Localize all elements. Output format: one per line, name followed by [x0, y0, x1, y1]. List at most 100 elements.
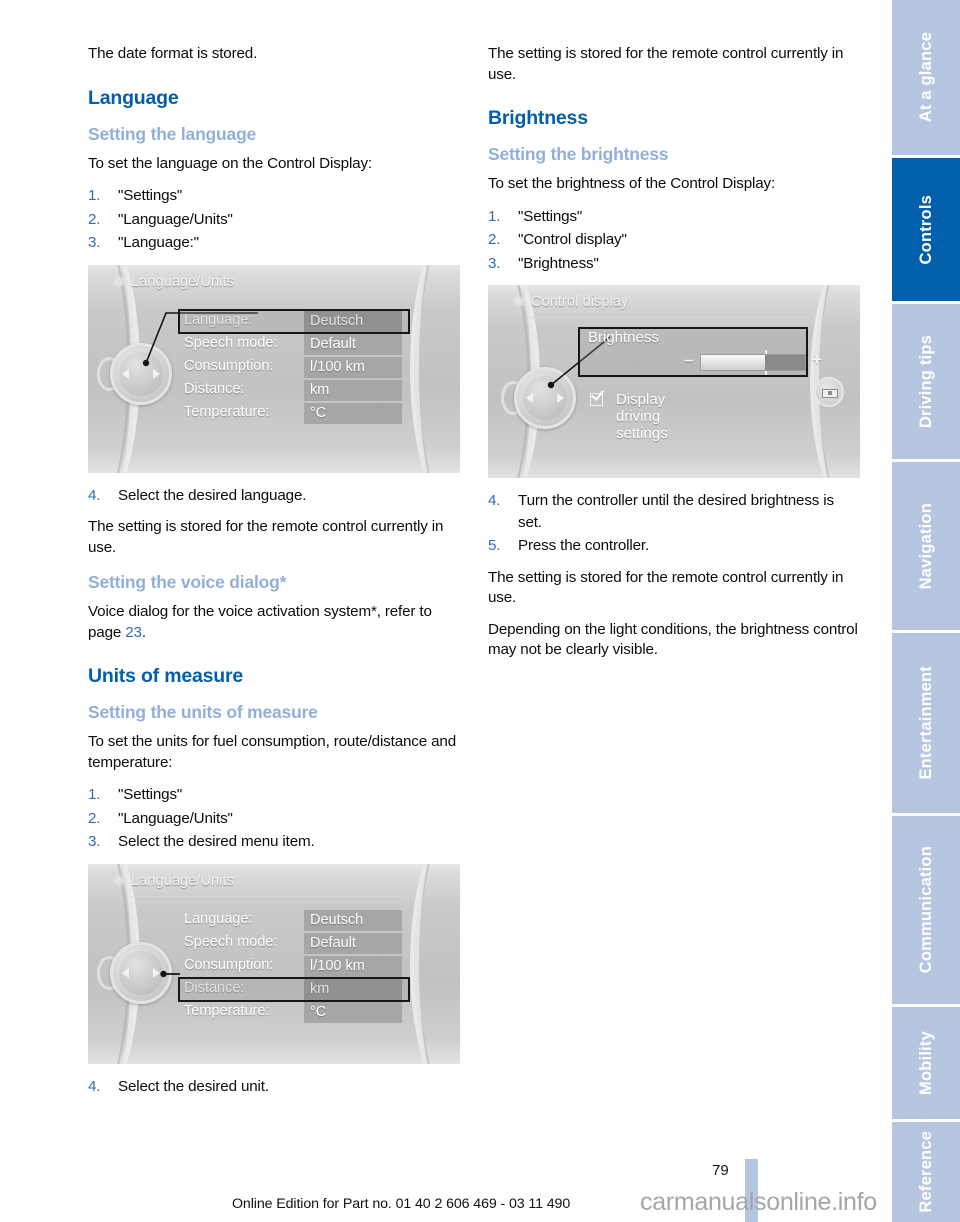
menu-row-speech-mode[interactable]: Speech mode: Default	[176, 333, 412, 357]
list-item: 4. Turn the controller until the desired…	[488, 490, 860, 533]
sidebar-tab-mobility[interactable]: Mobility	[892, 1007, 960, 1119]
menu-row-language[interactable]: Language: Deutsch	[176, 909, 412, 933]
menu-row-label: Language:	[184, 311, 253, 328]
step-text: Select the desired unit.	[118, 1077, 269, 1095]
gear-icon	[513, 295, 526, 308]
chrome-rail	[416, 863, 460, 1064]
idrive-controller-knob[interactable]	[97, 941, 172, 1004]
section-heading-setting-the-voice-dialog: Setting the voice dialog*	[88, 572, 287, 592]
voice-text-post: .	[141, 623, 146, 641]
language-step4-list: 4. Select the desired language.	[88, 485, 460, 507]
menu-row-consumption[interactable]: Consumption: l/100 km	[176, 955, 412, 979]
list-item: 2. "Language/Units"	[88, 209, 460, 231]
menu-row-label: Language:	[184, 910, 253, 927]
figure-language-units-distance-selected: Language/Units Language: Deutsch Speech …	[88, 863, 460, 1064]
stored-paragraph-top: The setting is stored for the remote con…	[488, 45, 844, 83]
list-item: 1. "Settings"	[88, 784, 460, 806]
step-text: "Settings"	[118, 786, 183, 803]
sidebar-tab-driving-tips[interactable]: Driving tips	[892, 304, 960, 459]
sidebar-tab-controls[interactable]: Controls	[892, 158, 960, 301]
section-heading-setting-the-units: Setting the units of measure	[88, 702, 318, 722]
menu-row-speech-mode[interactable]: Speech mode: Default	[176, 932, 412, 956]
figure-title: Language/Units	[131, 273, 234, 290]
title-divider	[130, 296, 406, 298]
list-item: 3. Select the desired menu item.	[88, 831, 460, 853]
sidebar-tab-label: Communication	[916, 846, 935, 974]
brightness-increase-icon[interactable]: +	[812, 350, 822, 370]
menu-row-label: Temperature:	[184, 403, 270, 420]
sidebar-tab-label: Mobility	[916, 1031, 935, 1095]
chrome-rail	[414, 264, 460, 473]
knob-arrow-left-icon	[122, 368, 129, 379]
left-column: The date format is stored. Language Sett…	[88, 44, 460, 1108]
idrive-controller-knob[interactable]	[501, 367, 576, 429]
list-item: 2. "Control display"	[488, 229, 860, 251]
menu-row-value: l/100 km	[304, 955, 402, 977]
knob-arrow-left-icon	[122, 967, 129, 978]
list-item: 1. "Settings"	[88, 185, 460, 207]
figure-title: Language/Units	[131, 872, 234, 889]
sidebar-tab-label: Controls	[916, 194, 935, 265]
menu-row-value: Deutsch	[304, 909, 402, 931]
sidebar-tab-label: Reference	[916, 1131, 935, 1213]
menu-row-distance[interactable]: Distance: km	[176, 978, 412, 1002]
idrive-controller-knob[interactable]	[97, 342, 172, 405]
menu-row-temperature[interactable]: Temperature: °C	[176, 402, 412, 426]
chapter-heading-units-of-measure: Units of measure	[88, 665, 244, 687]
voice-dialog-paragraph: Voice dialog for the voice activation sy…	[88, 602, 460, 643]
step-text: Turn the controller until the desired br…	[518, 492, 834, 531]
list-item: 1. "Settings"	[488, 206, 860, 228]
sidebar-tab-entertainment[interactable]: Entertainment	[892, 633, 960, 813]
title-divider	[130, 895, 406, 897]
intro-paragraph: The date format is stored.	[88, 45, 258, 62]
brightness-decrease-icon[interactable]: –	[684, 350, 693, 370]
figure-title: Control display	[531, 294, 629, 310]
sidebar-tab-label: Navigation	[916, 502, 935, 590]
sidebar-tab-navigation[interactable]: Navigation	[892, 462, 960, 630]
knob-arrow-right-icon	[153, 368, 160, 379]
chrome-rail	[410, 264, 460, 473]
brightness-control-panel[interactable]: Brightness – +	[578, 327, 822, 377]
brightness-stored-paragraph: The setting is stored for the remote con…	[488, 568, 844, 607]
brightness-note-paragraph: Depending on the light conditions, the b…	[488, 620, 858, 659]
footer-edition-note: Online Edition for Part no. 01 40 2 606 …	[232, 1196, 571, 1212]
display-icon	[822, 389, 838, 398]
sidebar-tab-communication[interactable]: Communication	[892, 816, 960, 1004]
step-number: 2.	[488, 231, 501, 248]
display-icon-button[interactable]	[814, 377, 844, 407]
figure-language-units-language-selected: Language/Units Language: Deutsch Speech …	[88, 264, 460, 473]
sidebar-tab-label: Entertainment	[916, 666, 935, 780]
menu-row-distance[interactable]: Distance: km	[176, 379, 412, 403]
step-number: 1.	[488, 207, 501, 225]
step-number: 2.	[88, 210, 101, 228]
step-text: Press the controller.	[518, 537, 650, 554]
menu-row-value: °C	[304, 1001, 402, 1023]
list-item: 5. Press the controller.	[488, 535, 860, 557]
menu-row-value: Default	[304, 932, 402, 954]
section-heading-setting-the-language: Setting the language	[88, 123, 257, 144]
step-number: 5.	[488, 537, 501, 554]
step-number: 3.	[488, 254, 501, 272]
menu-row-label: Consumption:	[184, 357, 274, 374]
menu-row-label: Temperature:	[184, 1002, 270, 1019]
page-cross-reference[interactable]: 23	[125, 624, 142, 641]
step-number: 1.	[88, 786, 101, 803]
section-heading-setting-the-brightness: Setting the brightness	[488, 144, 669, 164]
menu-row-label: Distance:	[184, 979, 245, 996]
list-item: 3. "Language:"	[88, 232, 460, 254]
sidebar-tab-at-a-glance[interactable]: At a glance	[892, 0, 960, 155]
brightness-slider[interactable]	[700, 350, 806, 375]
sidebar-tab-reference[interactable]: Reference	[892, 1122, 960, 1222]
manual-page: The date format is stored. Language Sett…	[0, 0, 960, 1222]
chapter-tab-sidebar: At a glance Controls Driving tips Naviga…	[892, 0, 960, 1222]
right-column: The setting is stored for the remote con…	[488, 44, 860, 672]
menu-row-label: Distance:	[184, 380, 245, 397]
menu-row-consumption[interactable]: Consumption: l/100 km	[176, 356, 412, 380]
knob-arrow-right-icon	[557, 393, 564, 403]
language-stored-paragraph: The setting is stored for the remote con…	[88, 518, 444, 556]
menu-row-label: Speech mode:	[184, 933, 278, 950]
units-steps-list: 1. "Settings" 2. "Language/Units" 3. Sel…	[88, 784, 460, 853]
brightness-steps-after-list: 4. Turn the controller until the desired…	[488, 490, 860, 557]
menu-row-temperature[interactable]: Temperature: °C	[176, 1001, 412, 1025]
menu-row-language[interactable]: Language: Deutsch	[176, 310, 412, 334]
